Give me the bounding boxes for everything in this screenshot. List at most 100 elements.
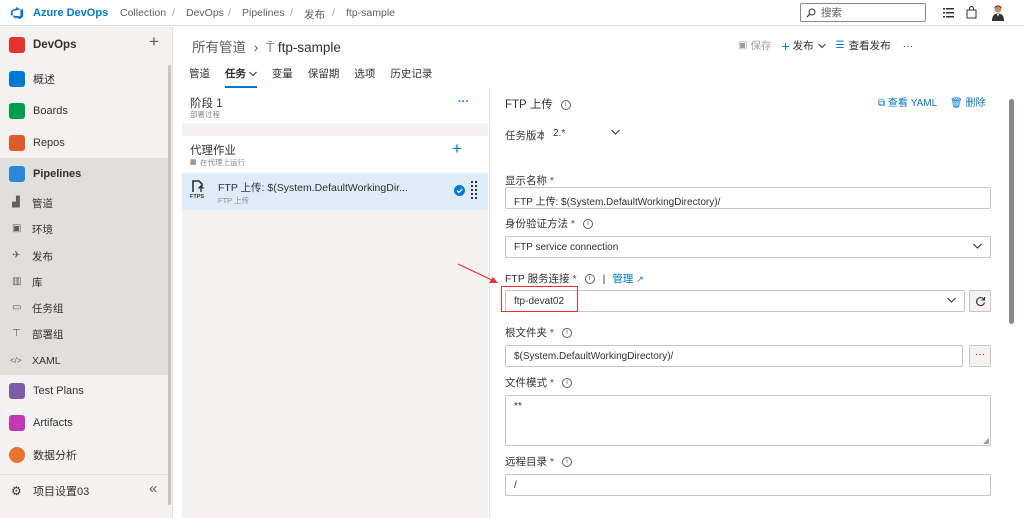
nav-item-boards[interactable]: Boards: [0, 100, 168, 122]
divider: [0, 474, 168, 475]
brand-link[interactable]: Azure DevOps: [33, 7, 108, 19]
sub-item-pipelines[interactable]: ▟ 管道: [0, 193, 168, 213]
sub-item-xaml[interactable]: </> XAML: [0, 351, 168, 371]
sub-item-releases[interactable]: ✈ 发布: [0, 246, 168, 266]
nav-item-test-plans[interactable]: Test Plans: [0, 380, 168, 402]
tab-tasks[interactable]: 任务: [225, 66, 257, 88]
tab-variables[interactable]: 变量: [272, 66, 293, 88]
breadcrumb-current[interactable]: ftp-sample: [346, 7, 395, 19]
sub-item-task-groups[interactable]: ▭ 任务组: [0, 298, 168, 318]
nav-item-overview[interactable]: 概述: [0, 68, 168, 90]
chevron-down-icon: [947, 297, 956, 303]
page-title: 所有管道 › ⍑ ftp-sample: [192, 36, 341, 56]
info-icon[interactable]: i: [562, 328, 573, 339]
required-mark: *: [549, 377, 555, 389]
required-mark: *: [570, 218, 576, 230]
external-link-icon: ↗: [636, 274, 644, 284]
info-icon[interactable]: i: [562, 378, 573, 389]
task-settings-title: FTP 上传 i: [505, 96, 571, 112]
tab-options[interactable]: 选项: [354, 66, 375, 88]
tab-label: 任务: [225, 68, 246, 80]
nav-label: 管道: [32, 197, 53, 210]
environment-icon: ▣: [12, 223, 22, 234]
azure-devops-logo-icon[interactable]: [10, 6, 24, 20]
shopping-bag-icon[interactable]: [966, 6, 977, 19]
nav-item-analytics[interactable]: 数据分析: [0, 444, 168, 466]
info-icon[interactable]: i: [583, 219, 594, 230]
artifacts-icon: [9, 415, 25, 431]
file-pattern-label-text: 文件模式: [505, 377, 547, 389]
breadcrumb-collection[interactable]: Collection: [120, 7, 166, 19]
task-subtitle: FTP 上传: [218, 196, 250, 205]
browse-button[interactable]: ···: [969, 345, 991, 367]
breadcrumb-all-pipelines[interactable]: 所有管道: [192, 40, 246, 55]
save-icon: ▣: [738, 40, 748, 51]
nav-item-pipelines[interactable]: Pipelines: [0, 163, 168, 185]
tab-retention[interactable]: 保留期: [308, 66, 340, 88]
root-folder-label-text: 根文件夹: [505, 327, 547, 339]
list-icon[interactable]: [943, 7, 954, 18]
save-button[interactable]: 保存: [750, 38, 771, 53]
version-select[interactable]: 2.*: [544, 122, 629, 144]
annotation-highlight-box: [501, 286, 578, 312]
tab-history[interactable]: 历史记录: [390, 66, 432, 88]
required-mark: *: [549, 456, 555, 468]
sub-item-library[interactable]: ▥ 库: [0, 272, 168, 292]
task-group-icon: ▭: [12, 302, 22, 313]
release-button[interactable]: 发布: [793, 38, 814, 53]
info-icon[interactable]: i: [562, 457, 573, 468]
check-circle-icon: [454, 185, 465, 196]
nav-label: 部署组: [32, 328, 64, 341]
gear-icon: ⚙: [11, 484, 22, 498]
breadcrumb-releases[interactable]: 发布: [304, 7, 325, 22]
stage-card[interactable]: 阶段 1 部署过程 ···: [182, 88, 488, 123]
project-header[interactable]: DevOps: [0, 32, 168, 58]
nav-label: Test Plans: [33, 385, 84, 397]
chevron-down-icon: [973, 243, 982, 249]
add-task-icon[interactable]: +: [452, 139, 462, 159]
delete-task-link[interactable]: 🗑 删除: [950, 94, 985, 109]
resize-handle-icon[interactable]: ◢: [983, 436, 989, 445]
add-icon[interactable]: +: [149, 33, 159, 50]
code-icon: </>: [10, 356, 22, 365]
remote-dir-label-text: 远程目录: [505, 456, 547, 468]
collapse-nav-icon[interactable]: «: [149, 481, 157, 496]
manage-link[interactable]: 管理 ↗: [612, 273, 643, 285]
nav-label: 任务组: [32, 302, 64, 315]
drag-handle-icon[interactable]: [471, 181, 477, 201]
remote-dir-label: 远程目录 * i: [505, 454, 573, 469]
display-name-label: 显示名称 *: [505, 173, 554, 188]
info-icon[interactable]: i: [584, 274, 595, 285]
nav-label: Pipelines: [33, 168, 82, 180]
info-icon[interactable]: i: [560, 99, 571, 110]
breadcrumb-pipelines[interactable]: Pipelines: [242, 7, 285, 19]
task-item-ftp-upload[interactable]: FTPS FTP 上传: $(System.DefaultWorkingDir.…: [182, 173, 488, 210]
nav-label: 概述: [33, 74, 55, 86]
agent-job-card[interactable]: 代理作业 ▦ 在代理上运行 +: [182, 136, 488, 173]
project-settings[interactable]: ⚙ 项目设置03: [0, 480, 168, 502]
refresh-button[interactable]: [969, 290, 991, 312]
file-pattern-textarea[interactable]: ** ◢: [505, 395, 991, 446]
tab-pipeline[interactable]: 管道: [189, 66, 210, 88]
nav-scrollbar[interactable]: [168, 65, 171, 505]
avatar-icon[interactable]: [990, 4, 1006, 21]
nav-item-artifacts[interactable]: Artifacts: [0, 412, 168, 434]
auth-method-select[interactable]: FTP service connection: [505, 236, 991, 258]
remote-dir-field[interactable]: /: [505, 474, 991, 496]
sub-item-environments[interactable]: ▣ 环境: [0, 219, 168, 239]
nav-item-repos[interactable]: Repos: [0, 132, 168, 154]
search-box[interactable]: 搜索: [800, 3, 926, 22]
view-releases-button[interactable]: 查看发布: [849, 38, 891, 53]
chevron-down-icon[interactable]: [817, 43, 826, 49]
root-folder-label: 根文件夹 * i: [505, 325, 573, 340]
delete-label: 删除: [965, 98, 986, 109]
breadcrumb-project[interactable]: DevOps: [186, 7, 224, 19]
settings-scrollbar[interactable]: [1009, 99, 1014, 511]
scrollbar-thumb[interactable]: [1009, 99, 1014, 324]
display-name-field[interactable]: FTP 上传: $(System.DefaultWorkingDirectory…: [505, 187, 991, 209]
sub-item-deployment-groups[interactable]: ⊤ 部署组: [0, 324, 168, 344]
stage-more-button[interactable]: ···: [458, 96, 469, 108]
view-yaml-link[interactable]: ⧉ 查看 YAML: [878, 94, 937, 109]
more-actions-button[interactable]: ···: [903, 40, 914, 52]
root-folder-field[interactable]: $(System.DefaultWorkingDirectory)/: [505, 345, 963, 367]
